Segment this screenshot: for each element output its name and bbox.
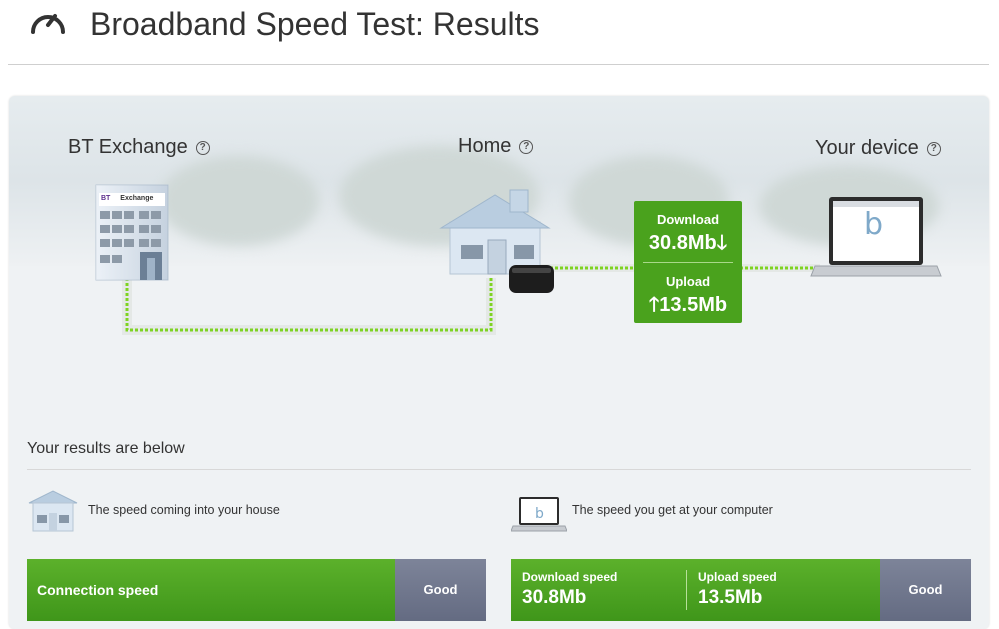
bar-divider bbox=[686, 570, 687, 610]
exchange-home-cable bbox=[122, 278, 496, 335]
connection-speed-label: Connection speed bbox=[37, 582, 159, 598]
upload-speed-value: 13.5Mb bbox=[698, 587, 763, 608]
connection-speed-bar: Connection speed Good bbox=[27, 559, 486, 621]
connection-diagram: BT Exchange? Home? Your device? BT Excha… bbox=[0, 0, 999, 629]
download-value: 30.8Mb🡓 bbox=[634, 228, 742, 262]
connection-grade-badge: Good bbox=[395, 559, 486, 621]
arrow-down-icon: 🡓 bbox=[716, 232, 728, 254]
computer-grade-badge: Good bbox=[880, 559, 971, 621]
results-heading: Your results are below bbox=[27, 440, 185, 457]
router-icon bbox=[509, 265, 554, 293]
exchange-sign-text: Exchange bbox=[120, 195, 154, 202]
bt-logo: BT bbox=[101, 195, 111, 202]
device-screen-logo: b bbox=[864, 207, 884, 242]
upload-value: 🡑13.5Mb bbox=[634, 290, 742, 324]
diagram-graphics bbox=[95, 184, 942, 335]
arrow-up-icon: 🡑 bbox=[648, 294, 660, 316]
upload-speed-label: Upload speed bbox=[698, 570, 777, 584]
computer-caption: The speed you get at your computer bbox=[572, 503, 773, 517]
upload-label: Upload bbox=[665, 274, 711, 289]
house-icon bbox=[439, 189, 551, 275]
small-house-icon bbox=[28, 490, 78, 532]
download-label: Download bbox=[656, 212, 720, 227]
speed-box-divider bbox=[643, 262, 733, 263]
computer-speed-bar: Download speed 30.8Mb Upload speed 13.5M… bbox=[511, 559, 971, 621]
speed-summary-box: Download 30.8Mb🡓 Upload 🡑13.5Mb bbox=[634, 201, 742, 323]
small-laptop-icon: b bbox=[511, 497, 567, 532]
house-caption: The speed coming into your house bbox=[88, 503, 280, 517]
download-speed-value: 30.8Mb bbox=[522, 587, 587, 608]
download-value-text: 30.8Mb bbox=[648, 232, 717, 254]
exchange-sign: BT Exchange bbox=[101, 195, 153, 202]
results-divider bbox=[27, 469, 971, 470]
download-speed-label: Download speed bbox=[522, 570, 618, 584]
upload-value-text: 13.5Mb bbox=[659, 294, 728, 316]
svg-text:b: b bbox=[535, 506, 544, 522]
